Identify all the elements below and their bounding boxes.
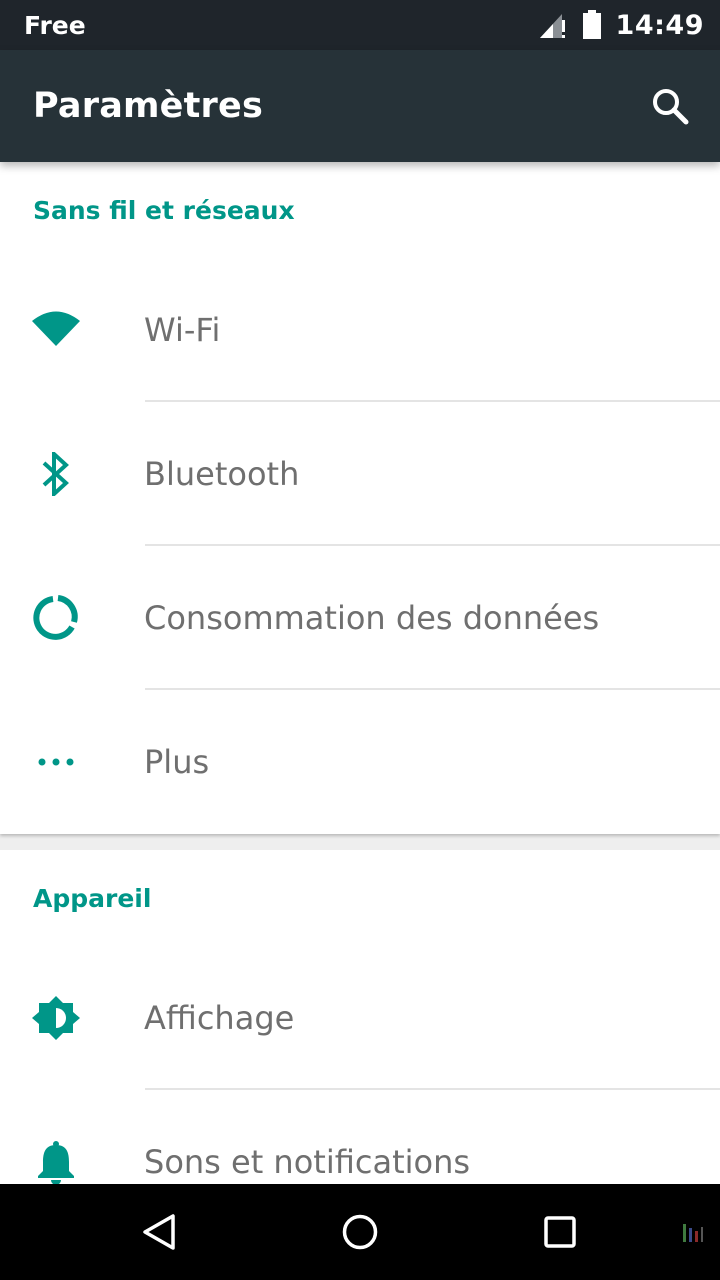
status-bar: Free 14:49 [0,0,720,50]
setting-item-display[interactable]: Affichage [0,946,720,1090]
signal-no-data-icon [539,14,565,38]
section-device: Appareil Affichage Sons et notifications [0,850,720,1185]
page-title: Paramètres [33,86,263,126]
back-icon [143,1214,175,1250]
section-wireless-networks: Sans fil et réseaux Wi-Fi Bluetooth Cons… [0,162,720,834]
search-icon [653,89,689,125]
setting-item-label: Sons et notifications [144,1143,471,1181]
equalizer-icon [683,1224,703,1242]
clock: 14:49 [615,9,704,41]
bluetooth-icon [0,402,144,546]
setting-item-data-usage[interactable]: Consommation des données [0,546,720,690]
setting-item-wifi[interactable]: Wi-Fi [0,258,720,402]
battery-icon [582,10,601,39]
navigation-bar [0,1184,720,1280]
section-header: Sans fil et réseaux [33,196,295,225]
more-dots-icon [0,690,144,834]
home-icon [342,1214,378,1250]
home-button[interactable] [320,1202,400,1262]
status-icons: 14:49 [538,10,704,41]
setting-item-label: Wi-Fi [144,311,221,349]
recent-apps-icon [544,1216,576,1248]
carrier-name: Free [24,10,86,40]
recent-apps-button[interactable] [520,1202,600,1262]
wifi-icon [0,258,144,402]
back-button[interactable] [120,1202,200,1262]
data-usage-icon [0,546,144,690]
setting-item-label: Plus [144,743,210,781]
search-button[interactable] [642,78,698,134]
setting-item-bluetooth[interactable]: Bluetooth [0,402,720,546]
app-bar: Paramètres [0,50,720,162]
section-header: Appareil [33,884,152,913]
setting-item-more[interactable]: Plus [0,690,720,834]
setting-item-label: Bluetooth [144,455,300,493]
setting-item-label: Affichage [144,999,295,1037]
setting-item-label: Consommation des données [144,599,600,637]
brightness-icon [0,946,144,1090]
